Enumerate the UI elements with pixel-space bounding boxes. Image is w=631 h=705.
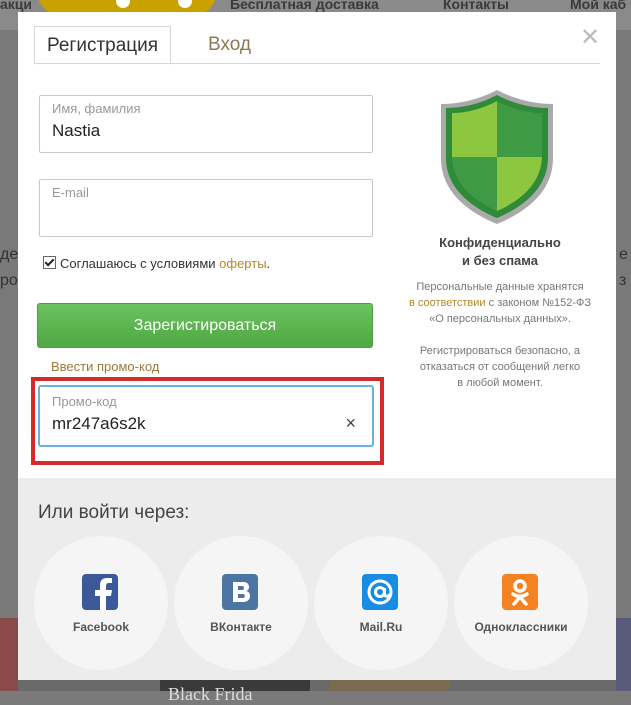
background-text: де [0, 246, 19, 263]
tab-divider [34, 63, 600, 64]
social-login-title: Или войти через: [38, 502, 190, 523]
safety-paragraph: Регистрироваться безопасно, а отказаться… [394, 343, 606, 391]
privacy-paragraph: Персональные данные хранятся в соответст… [394, 279, 606, 327]
privacy-text-line: в соответствии с законом №152-ФЗ [394, 295, 606, 311]
background-nav-fragment: акци [0, 0, 33, 12]
facebook-login-button[interactable]: Facebook [34, 536, 168, 670]
safety-text-line: Регистрироваться безопасно, а [419, 345, 581, 357]
tab-registration[interactable]: Регистрация [34, 26, 172, 65]
safety-text-line: отказаться от сообщений легко [419, 361, 581, 373]
ok-login-button[interactable]: Одноклассники [454, 536, 588, 670]
law-link[interactable]: в соответствии [409, 297, 486, 309]
background-text: з [619, 272, 627, 289]
tab-login[interactable]: Вход [196, 26, 263, 63]
email-field-label: E-mail [52, 185, 89, 200]
shield-icon [441, 90, 553, 224]
privacy-title-line: Конфиденциально [439, 235, 561, 250]
background-nav-account: Мой каб [570, 0, 627, 12]
background-nav-contacts: Контакты [443, 0, 510, 12]
email-field[interactable]: E-mail [39, 179, 373, 237]
background-banner-text: Black Frida [168, 684, 253, 704]
privacy-text-fragment: с законом №152-ФЗ [485, 297, 592, 309]
name-field-label: Имя, фамилия [52, 101, 141, 116]
privacy-title: Конфиденциально и без спама [418, 234, 582, 270]
registration-modal: Регистрация Вход ✕ Имя, фамилия Nastia E… [18, 12, 616, 680]
provider-name: Facebook [72, 620, 129, 634]
agree-checkbox[interactable] [43, 256, 56, 269]
facebook-icon [82, 574, 118, 610]
name-field-value: Nastia [52, 121, 101, 140]
provider-name: ВКонтакте [210, 620, 272, 634]
ok-icon [502, 574, 538, 610]
privacy-text-line: Персональные данные хранятся [416, 281, 584, 293]
register-button[interactable]: Зарегистироваться [37, 303, 373, 348]
mailru-icon [362, 574, 398, 610]
social-login-section: Или войти через: Facebook ВКонтакте Mail… [18, 478, 616, 680]
logo-eye [178, 0, 192, 8]
promo-code-link[interactable]: Ввести промо-код [51, 359, 159, 374]
offer-link[interactable]: оферты [219, 256, 266, 271]
safety-text-line: в любой момент. [457, 377, 543, 389]
agree-row: Соглашаюсь с условиями оферты. [43, 256, 270, 271]
agree-suffix: . [266, 256, 271, 271]
mailru-login-button[interactable]: Mail.Ru [314, 536, 448, 670]
vk-icon [222, 574, 258, 610]
promo-code-label: Промо-код [52, 394, 117, 409]
logo-eye [116, 0, 130, 8]
provider-name: Одноклассники [474, 620, 568, 634]
provider-name: Mail.Ru [359, 620, 403, 634]
privacy-title-line: и без спама [462, 253, 538, 268]
promo-code-field[interactable]: Промо-код mr247a6s2k × [38, 385, 374, 447]
background-nav-delivery: Бесплатная доставка [230, 0, 379, 12]
close-icon[interactable]: ✕ [580, 26, 600, 50]
promo-code-value: mr247a6s2k [52, 414, 146, 433]
agree-text: Соглашаюсь с условиями [60, 256, 220, 271]
privacy-text-line: «О персональных данных». [429, 313, 571, 325]
vk-login-button[interactable]: ВКонтакте [174, 536, 308, 670]
name-field[interactable]: Имя, фамилия Nastia [39, 95, 373, 153]
background-text: е [619, 246, 628, 263]
background-text: ро [0, 272, 18, 289]
clear-icon[interactable]: × [345, 413, 356, 434]
